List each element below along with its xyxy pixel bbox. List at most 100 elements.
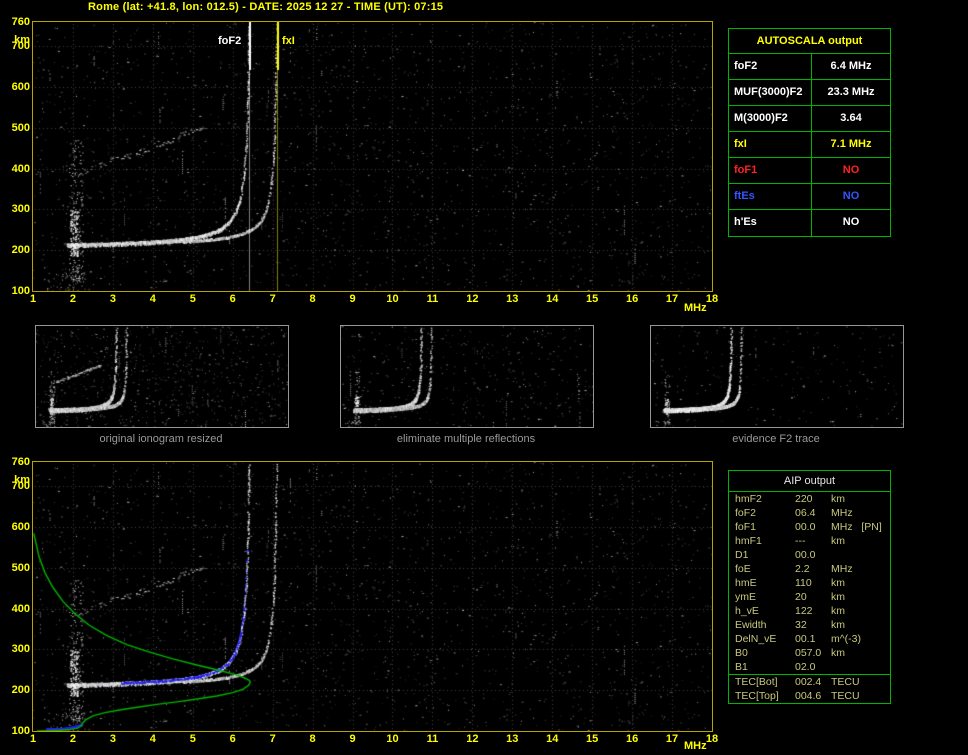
autoscala-row-hes: h'Es NO [729,210,890,236]
y-tick-label: 760 [11,16,30,28]
x-tick-label: 9 [349,293,356,305]
aip-row: DelN_vE 00.1 m^(-3) [729,632,890,646]
aip-row-name: ymE [735,591,756,603]
aip-row-name: h_vE [735,605,759,617]
x-tick-label: 12 [466,733,479,745]
x-tick-label: 7 [269,733,276,745]
aip-row: h_vE 122 km [729,604,890,618]
y-tick-label: 300 [11,643,30,656]
aip-row-value: 32 [795,619,807,631]
autoscala-row-muf3000f2: MUF(3000)F2 23.3 MHz [729,80,890,106]
aip-row-unit [831,548,890,562]
autoscala-row-value: 7.1 MHz [830,138,872,150]
aip-row-value: 122 [795,605,813,617]
aip-row-value: 2.2 [795,563,810,575]
y-tick-label: 700 [11,480,30,493]
thumbnail-caption-original: original ionogram resized [99,433,223,445]
autoscala-output-panel: AUTOSCALA output foF2 6.4 MHz MUF(3000)F… [728,28,891,237]
fof2-marker-label: foF2 [217,35,243,47]
aip-row-unit [831,660,890,674]
aip-row-value: 00.1 [795,633,816,645]
aip-output-header: AIP output [729,471,890,492]
x-tick-label: 6 [229,293,236,305]
y-tick-label: 500 [11,561,30,574]
y-tick-label: 200 [11,684,30,697]
aip-row: foE 2.2 MHz [729,562,890,576]
autoscala-row-m3000f2: M(3000)F2 3.64 [729,106,890,132]
aip-row: ymE 20 km [729,590,890,604]
aip-row-value: 057.0 [795,647,822,659]
aip-row-name: B0 [735,647,748,659]
x-tick-label: 2 [69,733,76,745]
x-tick-label: 8 [309,733,316,745]
aip-row-value: 110 [795,577,812,589]
y-tick-label: 760 [11,456,30,468]
x-tick-label: 13 [506,293,519,305]
autoscala-row-value: NO [842,216,860,228]
y-tick-label: 400 [11,162,30,175]
profile-ionogram-plot [32,461,713,732]
aip-row: hmE 110 km [729,576,890,590]
aip-row: Ewidth 32 km [729,618,890,632]
y-tick-label: 600 [11,81,30,94]
autoscala-row-ftes: ftEs NO [729,184,890,210]
aip-row-name: B1 [735,661,748,673]
aip-row-name: foF1 [735,521,757,533]
aip-row-value: 06.4 [795,507,816,519]
aip-row-name: TEC[Bot] [735,676,778,688]
thumbnail-evidence-f2-trace [650,325,904,428]
aip-output-panel: AIP output hmF2 220 km foF2 06.4 MHz foF1 00.0 M… [728,470,891,675]
x-tick-label: 6 [229,733,236,745]
x-tick-label: 4 [149,293,156,305]
aip-row-unit: MHz [831,563,853,575]
aip-row: hmF2 220 km [729,492,890,506]
x-tick-label: 8 [309,293,316,305]
aip-row-unit: km [831,493,845,505]
aip-row-name: hmE [735,577,757,589]
x-tick-label: 18 [705,293,719,305]
x-tick-label: 11 [426,733,439,745]
thumbnail-eliminate-multiples-canvas [341,326,593,427]
aip-row-value: 00.0 [795,521,816,533]
thumbnail-original-ionogram [35,325,289,428]
aip-row-name: hmF2 [735,493,762,505]
x-tick-label: 1 [29,293,37,305]
aip-row-name: Ewidth [735,619,767,631]
x-tick-label: 3 [109,293,116,305]
aip-row: B1 02.0 [729,660,890,674]
autoscala-row-value: NO [842,190,860,202]
y-tick-label: 200 [11,244,30,257]
y-tick-label: 600 [11,521,30,534]
aip-row: D1 00.0 [729,548,890,562]
aip-row-unit: km [831,605,845,617]
x-tick-label: 3 [109,733,116,745]
aip-tec-rows: TEC[Bot] 002.4 TECU TEC[Top] 004.6 TECU [729,675,890,703]
x-tick-label: 1 [29,733,37,745]
x-tick-label: 9 [349,733,356,745]
aip-row-unit: MHz [831,507,853,519]
aip-row-value: 002.4 [795,676,822,688]
aip-row-unit: MHz [PN] [831,521,882,533]
thumbnail-caption-evidence: evidence F2 trace [732,433,820,445]
x-tick-label: 18 [705,733,719,745]
main-ionogram-canvas [33,22,712,291]
fxi-marker-label: fxI [281,35,296,47]
x-tick-label: 14 [546,733,559,745]
aip-row: hmF1 --- km [729,534,890,548]
y-tick-label: 500 [11,121,30,134]
aip-row-name: foF2 [735,507,757,519]
aip-row-name: hmF1 [735,535,762,547]
aip-row-unit: km [831,591,845,603]
aip-row: foF2 06.4 MHz [729,506,890,520]
thumbnail-caption-eliminate: eliminate multiple reflections [396,433,536,445]
x-tick-label: 17 [665,733,679,745]
thumbnail-original-canvas [36,326,288,427]
aip-row-value: 220 [795,493,813,505]
x-tick-label: 15 [586,733,599,745]
aip-row: TEC[Bot] 002.4 TECU [729,675,890,689]
autoscala-row-label: MUF(3000)F2 [729,80,812,105]
x-tick-label: 17 [665,293,679,305]
aip-row-value: 02.0 [795,661,816,673]
x-tick-label: 14 [546,293,559,305]
aip-row-unit: km [831,577,845,589]
